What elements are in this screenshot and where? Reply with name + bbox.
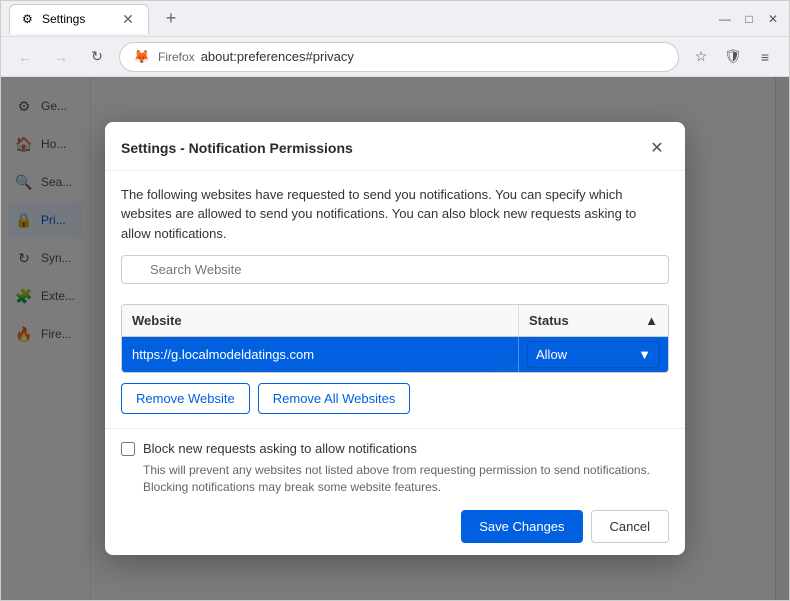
dropdown-chevron-icon: ▼ <box>638 347 651 362</box>
save-changes-button[interactable]: Save Changes <box>461 510 582 543</box>
block-requests-checkbox-row: Block new requests asking to allow notif… <box>121 441 669 456</box>
search-input[interactable] <box>121 255 669 284</box>
remove-all-button[interactable]: Remove All Websites <box>258 383 411 414</box>
modal-description: The following websites have requested to… <box>121 185 669 244</box>
nav-right-buttons: ☆ 🛡 ≡ <box>687 43 779 71</box>
permissions-table: Website Status ▲ lc ron <box>121 304 669 373</box>
new-tab-button[interactable]: + <box>157 5 185 33</box>
search-wrapper: 🔍 <box>121 255 669 294</box>
table-section: Website Status ▲ lc ron <box>121 304 669 414</box>
col-website-header: Website <box>122 305 518 336</box>
modal-body: The following websites have requested to… <box>105 171 685 429</box>
table-row[interactable]: https://g.localmodeldatings.com Allow ▼ <box>122 337 668 372</box>
browser-tab[interactable]: ⚙ Settings ✕ <box>9 4 149 34</box>
block-requests-checkbox[interactable] <box>121 442 135 456</box>
row-website-url: https://g.localmodeldatings.com <box>122 339 518 370</box>
remove-website-button[interactable]: Remove Website <box>121 383 250 414</box>
modal-close-button[interactable]: ✕ <box>645 136 669 160</box>
modal-footer: Block new requests asking to allow notif… <box>105 428 685 555</box>
modal-header: Settings - Notification Permissions ✕ <box>105 122 685 171</box>
settings-tab-icon: ⚙ <box>22 12 36 26</box>
minimize-button[interactable]: — <box>717 11 733 27</box>
close-button[interactable]: ✕ <box>765 11 781 27</box>
sort-arrow-icon[interactable]: ▲ <box>645 313 658 328</box>
browser-label: Firefox <box>158 50 195 64</box>
notification-permissions-modal: Settings - Notification Permissions ✕ Th… <box>105 122 685 555</box>
row-status-cell: Allow ▼ Allow Block <box>518 337 668 372</box>
back-button[interactable]: ← <box>11 43 39 71</box>
table-header: Website Status ▲ <box>122 305 668 337</box>
tab-title: Settings <box>42 12 85 26</box>
table-scroll-area: lc ron https://g.localmodeldatings.com A… <box>122 337 668 372</box>
col-status-header: Status ▲ <box>518 305 668 336</box>
nav-bar: ← → ↻ 🦊 Firefox about:preferences#privac… <box>1 37 789 77</box>
firefox-logo-icon: 🦊 <box>132 47 152 67</box>
browser-window: ⚙ Settings ✕ + — □ ✕ ← → ↻ 🦊 Firefox abo… <box>0 0 790 601</box>
address-text: about:preferences#privacy <box>201 49 354 64</box>
window-controls: — □ ✕ <box>717 11 781 27</box>
refresh-button[interactable]: ↻ <box>83 43 111 71</box>
dropdown-selected-value: Allow <box>536 347 567 362</box>
title-bar: ⚙ Settings ✕ + — □ ✕ <box>1 1 789 37</box>
block-requests-label: Block new requests asking to allow notif… <box>143 441 417 456</box>
menu-button[interactable]: ≡ <box>751 43 779 71</box>
status-dropdown[interactable]: Allow ▼ <box>527 341 660 368</box>
bookmark-button[interactable]: ☆ <box>687 43 715 71</box>
remove-buttons: Remove Website Remove All Websites <box>121 383 669 414</box>
modal-overlay: Settings - Notification Permissions ✕ Th… <box>1 77 789 600</box>
cancel-button[interactable]: Cancel <box>591 510 669 543</box>
tab-close-button[interactable]: ✕ <box>120 11 136 28</box>
shield-button[interactable]: 🛡 <box>719 43 747 71</box>
forward-button[interactable]: → <box>47 43 75 71</box>
modal-action-buttons: Save Changes Cancel <box>121 510 669 543</box>
modal-title: Settings - Notification Permissions <box>121 140 353 156</box>
status-label: Status <box>529 313 569 328</box>
content-area: ⚙ Ge... 🏠 Ho... 🔍 Sea... 🔒 Pri... ↻ Syn.… <box>1 77 789 600</box>
maximize-button[interactable]: □ <box>741 11 757 27</box>
address-bar[interactable]: 🦊 Firefox about:preferences#privacy <box>119 42 679 72</box>
block-requests-description: This will prevent any websites not liste… <box>143 462 669 496</box>
